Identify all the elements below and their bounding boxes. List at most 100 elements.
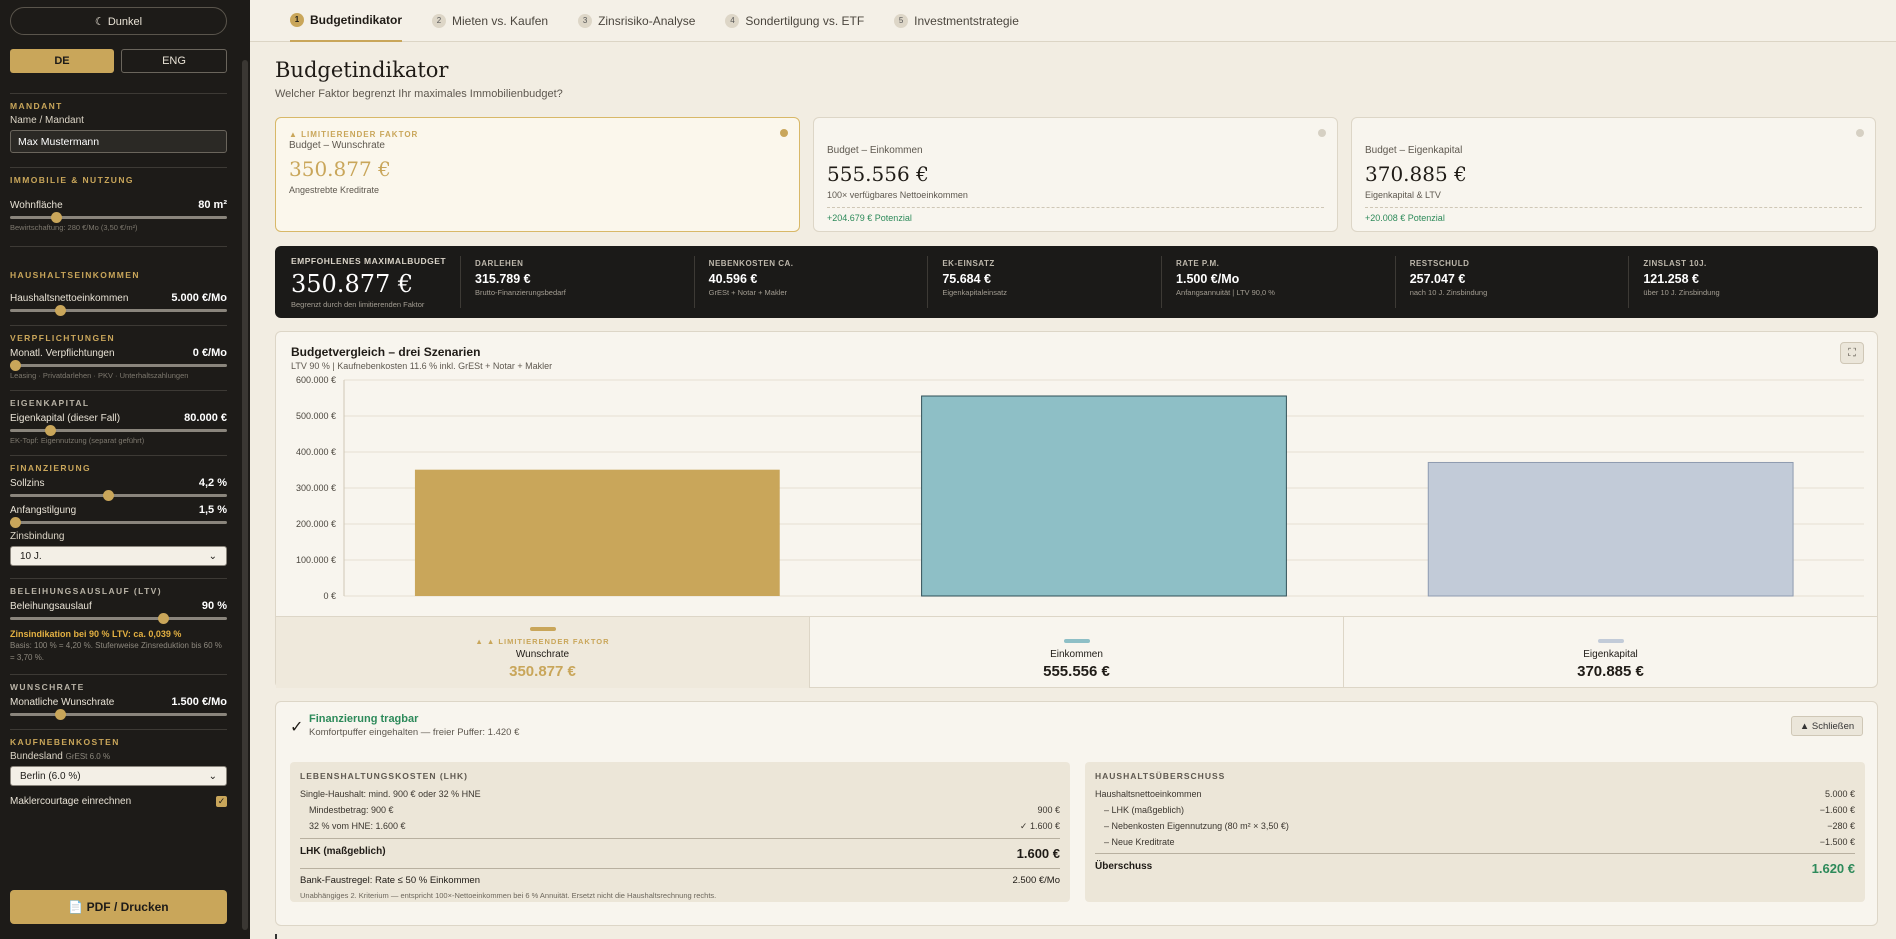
card-potential: +20.008 € Potenzial [1365, 207, 1862, 223]
verpflichtungen-slider[interactable] [10, 360, 227, 371]
slider-knob[interactable] [45, 425, 57, 436]
sollzins-value: 4,2 % [198, 477, 227, 489]
bar-einkommen [921, 395, 1287, 597]
mandant-name-input[interactable]: Max Mustermann [10, 130, 227, 153]
section-title-kaufnebenkosten: KAUFNEBENKOSTEN [10, 737, 120, 747]
status-dot [780, 129, 788, 137]
card-subtitle: Eigenkapital & LTV [1365, 190, 1441, 200]
tab-sondertilgung[interactable]: 4 Sondertilgung vs. ETF [725, 0, 864, 42]
lang-eng-button[interactable]: ENG [121, 49, 227, 73]
bank-rule-note: Unabhängiges 2. Kriterium — entspricht 1… [300, 891, 717, 900]
budget-card-eigenkapital[interactable]: Budget – Eigenkapital 370.885 € Eigenkap… [1351, 117, 1876, 232]
ltv-label: Beleihungsauslauf [10, 600, 92, 612]
section-title-wunschrate: WUNSCHRATE [10, 682, 85, 692]
surplus-title: HAUSHALTSÜBERSCHUSS [1095, 771, 1226, 781]
close-button[interactable]: ▲ Schließen [1791, 716, 1863, 736]
slider-knob[interactable] [55, 709, 67, 720]
card-title: Budget – Eigenkapital [1365, 145, 1463, 156]
wunschrate-value: 1.500 €/Mo [171, 696, 227, 708]
slider-knob[interactable] [55, 305, 67, 316]
lhk-sum: LHK (maßgeblich) 1.600 € [300, 838, 1060, 864]
surplus-row: Haushaltsnettoeinkommen 5.000 € [1095, 789, 1855, 799]
wunschrate-slider[interactable] [10, 709, 227, 720]
ltv-slider[interactable] [10, 613, 227, 624]
bundesland-grest: GrESt 6.0 % [65, 752, 111, 761]
bar-eigenkapital [1427, 461, 1794, 597]
lhk-panel: LEBENSHALTUNGSKOSTEN (LHK) Single-Hausha… [290, 762, 1070, 902]
page-title: Budgetindikator [275, 58, 449, 82]
zinsbindung-label: Zinsbindung [10, 531, 65, 542]
sollzins-slider[interactable] [10, 490, 227, 501]
max-budget-value: 350.877 € [291, 270, 414, 298]
makler-checkbox[interactable]: ✓ [216, 796, 227, 807]
bundesland-label: Bundesland [10, 751, 63, 762]
einkommen-slider[interactable] [10, 305, 227, 316]
tab-zinsrisiko[interactable]: 3 Zinsrisiko-Analyse [578, 0, 695, 42]
bank-rule-row: Bank-Faustregel: Rate ≤ 50 % Einkommen 2.… [300, 868, 1060, 889]
theme-toggle-button[interactable]: ☾ Dunkel [10, 7, 227, 35]
tilgung-value: 1,5 % [198, 504, 227, 516]
mandant-label: Name / Mandant [10, 115, 84, 126]
sidebar-scrollbar[interactable] [242, 60, 248, 930]
limiting-factor-tag: ▲ ▲ LIMITIERENDER FAKTOR [475, 637, 610, 646]
surplus-row: – Neue Kreditrate −1.500 € [1104, 837, 1855, 847]
lhk-intro: Single-Haushalt: mind. 900 € oder 32 % H… [300, 789, 481, 799]
slider-knob[interactable] [10, 517, 21, 528]
legend-swatch [1063, 639, 1090, 643]
section-title-finanzierung: FINANZIERUNG [10, 463, 92, 473]
section-title-haushalt: HAUSHALTSEINKOMMEN [10, 270, 140, 280]
legend-wunschrate[interactable]: ▲ ▲ LIMITIERENDER FAKTOR Wunschrate 350.… [276, 617, 810, 688]
main-content: 1 Budgetindikator 2 Mieten vs. Kaufen 3 Zin… [250, 0, 1896, 939]
financing-status-title: Finanzierung tragbar [309, 713, 419, 725]
ltv-warning: Zinsindikation bei 90 % LTV: ca. 0,039 % [10, 629, 182, 639]
tab-budgetindikator[interactable]: 1 Budgetindikator [290, 0, 402, 42]
budget-card-einkommen[interactable]: Budget – Einkommen 555.556 € 100× verfüg… [813, 117, 1338, 232]
ltv-value: 90 % [201, 600, 227, 612]
bar-wunschrate [414, 469, 780, 596]
bundesland-value: Berlin (6.0 %) [20, 770, 81, 782]
kpi-nebenkosten: NEBENKOSTEN CA. 40.596 € GrESt + Notar + M… [695, 256, 929, 308]
kpi-zinslast: ZINSLAST 10J. 121.258 € über 10 J. Zinsbin… [1643, 259, 1720, 297]
tilgung-slider[interactable] [10, 517, 227, 528]
fullscreen-icon[interactable]: ⛶ [1840, 342, 1864, 364]
pdf-print-button[interactable]: 📄 PDF / Drucken [10, 890, 227, 924]
status-dot [1318, 129, 1326, 137]
wohnflaeche-slider[interactable] [10, 212, 227, 223]
eigenkapital-label: Eigenkapital (dieser Fall) [10, 412, 121, 424]
slider-knob[interactable] [158, 613, 170, 624]
lang-de-button[interactable]: DE [10, 49, 114, 73]
bundesland-select[interactable]: Berlin (6.0 %) ⌄ [10, 766, 227, 786]
section-title-verpflichtungen: VERPFLICHTUNGEN [10, 333, 116, 343]
lhk-row: Mindestbetrag: 900 €900 € [309, 805, 1060, 815]
lhk-title: LEBENSHALTUNGSKOSTEN (LHK) [300, 771, 468, 781]
card-value: 370.885 € [1365, 162, 1467, 186]
budget-card-wunschrate[interactable]: ▲ LIMITIERENDER FAKTOR Budget – Wunschra… [275, 117, 800, 232]
chevron-down-icon: ⌄ [208, 770, 217, 782]
slider-knob[interactable] [10, 360, 21, 371]
y-tick-label: 300.000 € [296, 483, 336, 493]
kpi-restschuld: RESTSCHULD 257.047 € nach 10 J. Zinsbindun… [1396, 256, 1630, 308]
y-tick-label: 200.000 € [296, 519, 336, 529]
kpi-rate: RATE P.M. 1.500 €/Mo Anfangsannuität | LTV… [1162, 256, 1396, 308]
slider-knob[interactable] [102, 490, 114, 501]
financing-status-subtitle: Komfortpuffer eingehalten — freier Puffe… [309, 727, 520, 738]
financing-panel: ✓ Finanzierung tragbar Komfortpuffer ein… [275, 701, 1878, 926]
legend-eigenkapital[interactable]: Eigenkapital 370.885 € [1344, 617, 1877, 688]
verpflichtungen-value: 0 €/Mo [192, 347, 227, 359]
legend-name: Einkommen [1050, 649, 1103, 660]
ltv-hint: Basis: 100 % = 4,20 %. Stufenweise Zinsr… [10, 641, 222, 662]
zinsbindung-select[interactable]: 10 J. ⌄ [10, 546, 227, 566]
y-tick-label: 600.000 € [296, 375, 336, 385]
tab-mieten-vs-kaufen[interactable]: 2 Mieten vs. Kaufen [432, 0, 548, 42]
bar-chart: 0 € 100.000 € 200.000 € 300.000 € 400.000 € 5… [296, 375, 1864, 601]
tab-investmentstrategie[interactable]: 5 Investmentstrategie [894, 0, 1019, 42]
section-title-eigenkapital: EIGENKAPITAL [10, 398, 90, 408]
eigenkapital-value: 80.000 € [184, 412, 227, 424]
legend-einkommen[interactable]: Einkommen 555.556 € [810, 617, 1344, 688]
eigenkapital-slider[interactable] [10, 425, 227, 436]
tilgung-label: Anfangstilgung [10, 504, 77, 516]
slider-knob[interactable] [51, 212, 63, 223]
verpflichtungen-hint: Leasing · Privatdarlehen · PKV · Unterha… [10, 371, 189, 380]
chart-title: Budgetvergleich – drei Szenarien [291, 345, 481, 359]
status-dot [1856, 129, 1864, 137]
